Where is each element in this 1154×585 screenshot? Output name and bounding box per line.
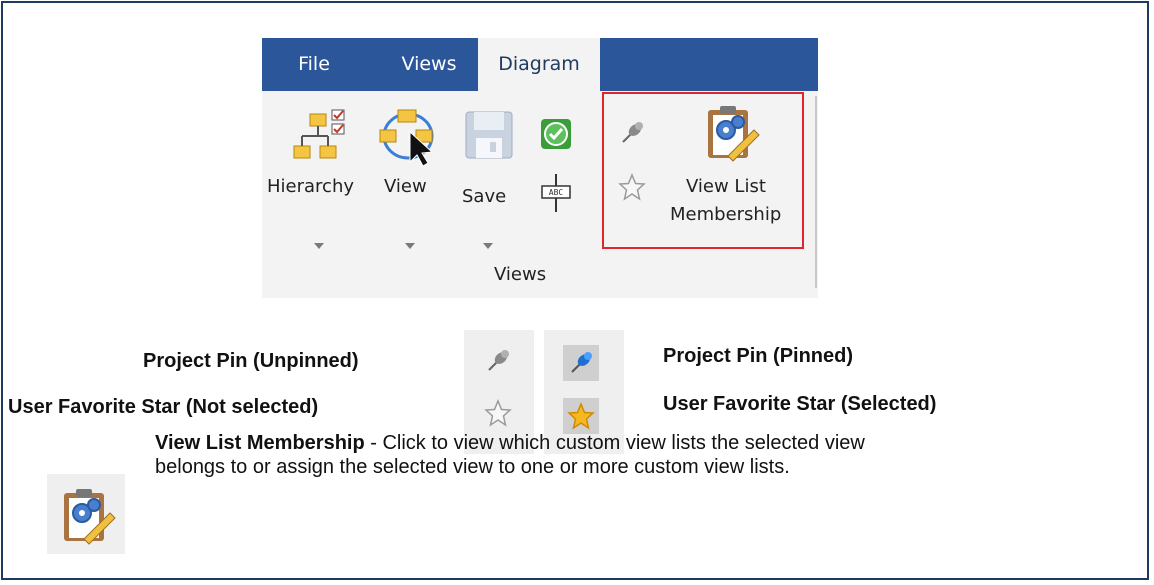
label-text-icon[interactable]: ABC <box>540 174 572 212</box>
description-text-line-1: - Click to view which custom view lists … <box>364 432 865 454</box>
legend-pin-pinned-label: Project Pin (Pinned) <box>663 345 854 367</box>
hierarchy-dropdown-caret[interactable] <box>314 243 324 249</box>
tab-diagram[interactable]: Diagram <box>478 38 600 91</box>
save-icon <box>465 111 513 159</box>
hierarchy-icon <box>293 109 345 159</box>
view-list-membership-description: View List Membership - Click to view whi… <box>155 431 1055 479</box>
tab-views[interactable]: Views <box>394 38 464 91</box>
ribbon-separator <box>815 96 817 288</box>
favorite-star-unselected-icon <box>484 399 512 427</box>
legend-star-not-selected-label: User Favorite Star (Not selected) <box>8 396 319 418</box>
view-button[interactable]: View <box>374 98 449 288</box>
favorite-star-unselected-icon[interactable] <box>617 172 647 202</box>
view-list-membership-icon <box>64 489 116 545</box>
ribbon-group-label: Views <box>494 264 547 285</box>
view-label: View <box>384 176 427 197</box>
view-list-membership-icon <box>708 106 760 162</box>
view-list-membership-button[interactable]: View List Membership <box>662 96 802 246</box>
tab-file[interactable]: File <box>284 38 344 91</box>
project-pin-unpinned-icon[interactable] <box>619 120 645 146</box>
description-text-line-2: belongs to or assign the selected view t… <box>155 456 790 478</box>
save-button[interactable]: Save <box>452 98 524 288</box>
hierarchy-button[interactable]: Hierarchy <box>262 98 372 288</box>
project-pin-pinned-icon <box>571 352 592 373</box>
hierarchy-label: Hierarchy <box>267 176 355 197</box>
save-dropdown-caret[interactable] <box>483 243 493 249</box>
ribbon: File Views Diagram Hierarchy View Save A… <box>262 38 818 298</box>
legend-pin-unpinned-label: Project Pin (Unpinned) <box>143 350 359 372</box>
view-list-membership-label-2: Membership <box>670 204 782 225</box>
validate-icon[interactable] <box>540 118 572 150</box>
favorite-star-selected-icon <box>567 402 595 430</box>
legend-star-selected-label: User Favorite Star (Selected) <box>663 393 937 415</box>
description-title: View List Membership <box>155 432 365 454</box>
svg-text:ABC: ABC <box>549 188 564 197</box>
view-icon <box>379 109 434 167</box>
ribbon-tab-bar: File Views Diagram <box>262 38 818 91</box>
view-dropdown-caret[interactable] <box>405 243 415 249</box>
view-list-membership-label-1: View List <box>686 176 766 197</box>
project-pin-unpinned-icon <box>488 350 509 371</box>
save-label: Save <box>462 186 507 207</box>
